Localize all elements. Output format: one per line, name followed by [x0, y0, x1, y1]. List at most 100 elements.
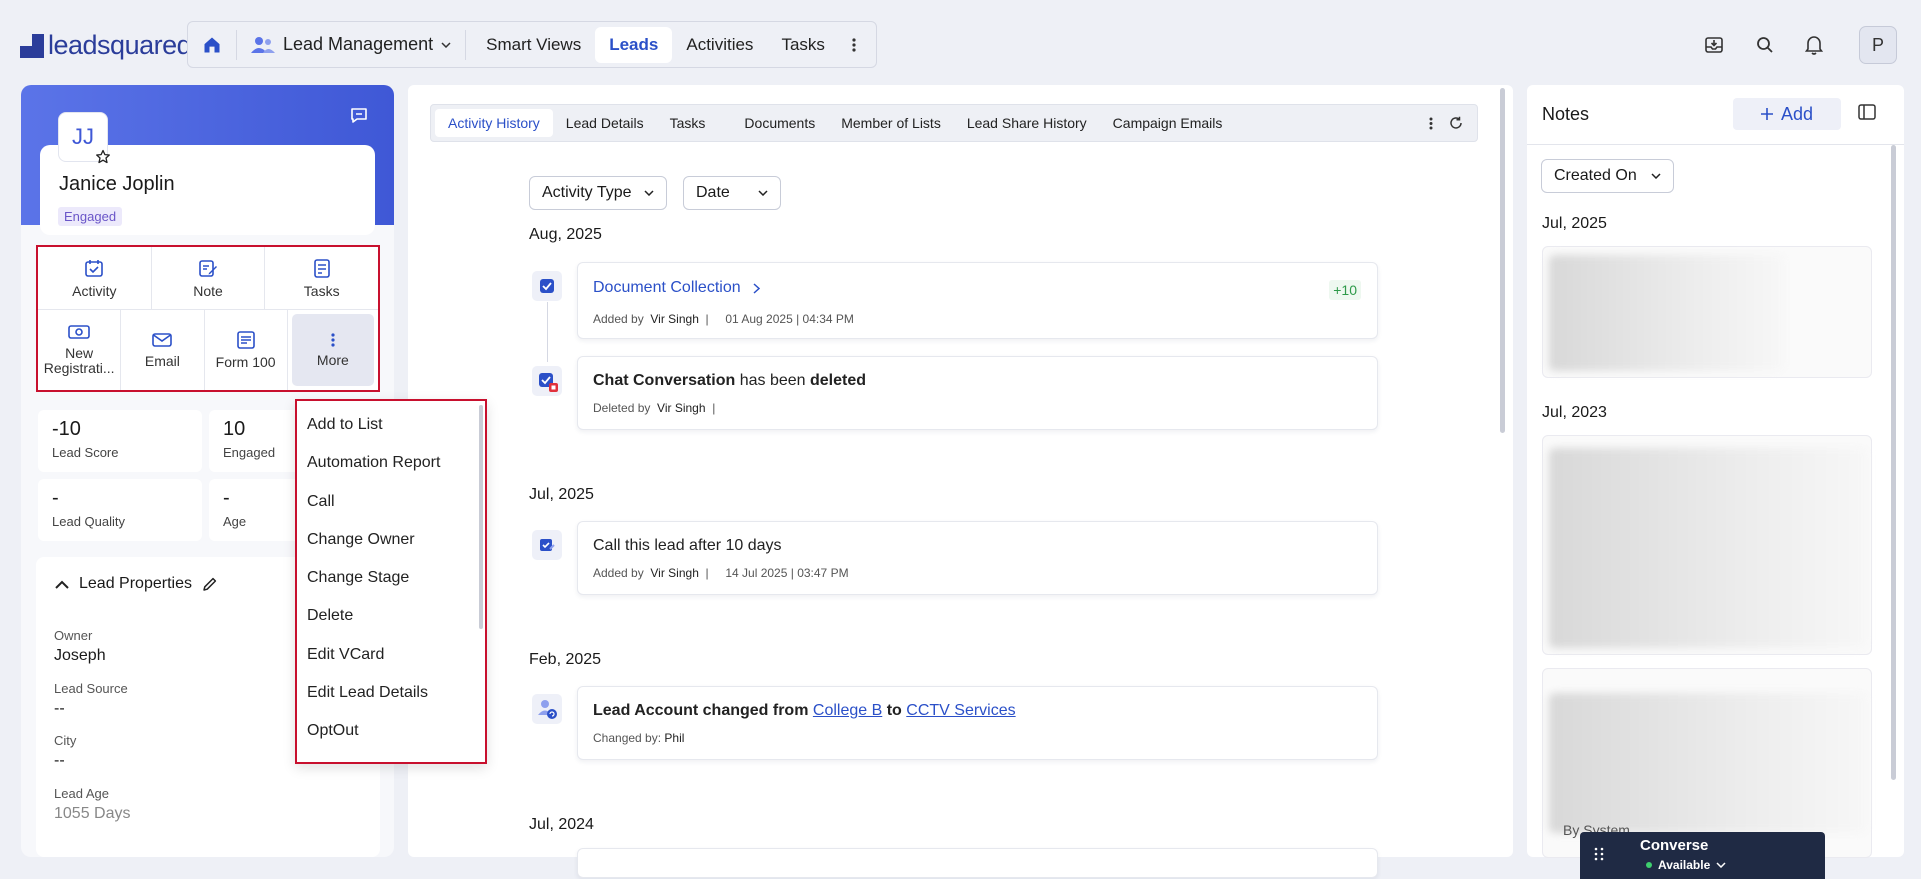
bell-icon[interactable] — [1796, 27, 1832, 63]
activity-card-account-change[interactable]: Lead Account changed from College B to C… — [577, 686, 1378, 760]
activity-title: Lead Account changed from College B to C… — [593, 702, 1016, 719]
activity-card-chat-conversation[interactable]: Chat Conversation has been deleted Delet… — [577, 356, 1378, 430]
main-nav: Lead Management Smart Views Leads Activi… — [187, 21, 877, 68]
month-header: Feb, 2025 — [529, 651, 602, 668]
date-filter[interactable]: Date — [683, 176, 781, 210]
notes-scrollbar[interactable] — [1891, 145, 1896, 780]
note-card[interactable] — [1542, 435, 1872, 655]
panel-toggle-icon[interactable] — [1858, 104, 1876, 120]
user-avatar[interactable]: P — [1859, 26, 1897, 64]
add-note-button[interactable]: Add — [1733, 98, 1841, 130]
property-city: City -- — [54, 733, 77, 769]
activity-button[interactable]: Activity — [38, 247, 152, 309]
new-registration-button[interactable]: New Registrati... — [38, 310, 122, 390]
drag-handle-icon[interactable] — [1594, 847, 1604, 861]
tab-lead-share-history[interactable]: Lead Share History — [954, 109, 1100, 137]
menu-item-automation-report[interactable]: Automation Report — [297, 447, 485, 485]
tab-tasks-detail[interactable]: Tasks — [657, 109, 732, 137]
tab-tasks[interactable]: Tasks — [767, 27, 838, 63]
menu-item-add-to-list[interactable]: Add to List — [297, 409, 485, 447]
notes-title: Notes — [1542, 104, 1590, 124]
tasks-button[interactable]: Tasks — [265, 247, 378, 309]
tab-activities[interactable]: Activities — [672, 27, 767, 63]
menu-item-call[interactable]: Call — [297, 486, 485, 524]
chevron-down-icon — [1651, 173, 1661, 179]
activity-card-document-collection[interactable]: Document Collection +10 Added by Vir Sin… — [577, 262, 1378, 339]
more-tabs-icon[interactable] — [839, 37, 869, 52]
score-badge: +10 — [1329, 280, 1361, 300]
module-switcher[interactable]: Lead Management — [243, 34, 459, 55]
refresh-icon[interactable] — [1449, 116, 1463, 130]
property-lead-age: Lead Age 1055 Days — [54, 786, 131, 822]
inbox-download-icon[interactable] — [1696, 27, 1732, 63]
converse-title: Converse — [1640, 837, 1709, 854]
chat-icon[interactable] — [349, 105, 369, 125]
activity-type-filter[interactable]: Activity Type — [529, 176, 667, 210]
converse-widget[interactable]: Converse Available — [1580, 832, 1825, 879]
to-account-link[interactable]: CCTV Services — [906, 702, 1015, 719]
pencil-icon[interactable] — [202, 576, 218, 592]
menu-item-edit-vcard[interactable]: Edit VCard — [297, 639, 485, 677]
activity-card-call-task[interactable]: Call this lead after 10 days Added by Vi… — [577, 521, 1378, 595]
nav-divider — [465, 29, 467, 60]
chevron-right-icon[interactable] — [753, 282, 760, 294]
form-icon — [236, 330, 255, 349]
property-lead-source: Lead Source -- — [54, 681, 128, 717]
notes-month-header: Jul, 2023 — [1542, 404, 1607, 421]
plus-icon — [1760, 108, 1773, 120]
chat-deleted-icon — [532, 366, 562, 396]
star-icon[interactable] — [95, 149, 111, 165]
lead-properties-header[interactable]: Lead Properties — [55, 575, 218, 593]
lead-stage-badge: Engaged — [58, 207, 123, 226]
tab-smart-views[interactable]: Smart Views — [472, 27, 595, 63]
nav-divider — [236, 29, 237, 60]
notes-month-header: Jul, 2025 — [1542, 215, 1607, 232]
kebab-icon[interactable] — [1429, 117, 1433, 130]
menu-item-optout[interactable]: OptOut — [297, 715, 485, 753]
converse-status[interactable]: Available — [1646, 858, 1726, 872]
tab-activity-history[interactable]: Activity History — [435, 109, 553, 137]
menu-item-edit-lead-details[interactable]: Edit Lead Details — [297, 677, 485, 715]
activity-scrollbar[interactable] — [1500, 88, 1505, 433]
blurred-note-content — [1549, 448, 1867, 648]
account-change-icon — [532, 694, 562, 724]
more-button[interactable]: More — [291, 314, 374, 386]
logo[interactable]: leadsquared — [20, 30, 192, 61]
email-button[interactable]: Email — [121, 310, 205, 390]
search-icon[interactable] — [1747, 27, 1783, 63]
note-button[interactable]: Note — [152, 247, 266, 309]
activity-meta: Deleted by Vir Singh | — [593, 401, 716, 415]
logo-mark-icon — [20, 33, 44, 58]
document-activity-icon — [532, 271, 562, 301]
status-dot-icon — [1646, 862, 1652, 868]
tab-documents[interactable]: Documents — [731, 109, 828, 137]
blurred-note-content — [1549, 693, 1867, 833]
quick-actions: Activity Note Tasks New Registrati... Em… — [36, 245, 380, 392]
notes-sort-dropdown[interactable]: Created On — [1541, 159, 1674, 193]
menu-item-delete[interactable]: Delete — [297, 600, 485, 638]
tab-leads[interactable]: Leads — [595, 26, 673, 63]
activity-meta: Added by Vir Singh | 01 Aug 2025 | 04:34… — [593, 312, 854, 326]
tab-campaign-emails[interactable]: Campaign Emails — [1100, 109, 1236, 137]
menu-item-change-stage[interactable]: Change Stage — [297, 562, 485, 600]
home-icon[interactable] — [194, 27, 230, 63]
activity-title[interactable]: Document Collection — [593, 279, 741, 297]
calendar-check-icon — [84, 258, 104, 278]
property-owner: Owner Joseph — [54, 628, 106, 664]
task-activity-icon — [532, 530, 562, 560]
activity-card-partial[interactable] — [577, 848, 1378, 878]
tab-member-of-lists[interactable]: Member of Lists — [828, 109, 954, 137]
note-card[interactable]: By System — [1542, 668, 1872, 858]
task-list-icon — [313, 258, 331, 278]
menu-item-change-owner[interactable]: Change Owner — [297, 524, 485, 562]
module-label: Lead Management — [283, 34, 434, 54]
month-header: Aug, 2025 — [529, 226, 602, 243]
from-account-link[interactable]: College B — [813, 702, 882, 719]
activity-meta: Added by Vir Singh | 14 Jul 2025 | 03:47… — [593, 566, 849, 580]
note-card[interactable] — [1542, 246, 1872, 378]
tab-lead-details[interactable]: Lead Details — [553, 109, 657, 137]
more-actions-menu: Add to List Automation Report Call Chang… — [295, 399, 487, 764]
lead-detail-tabs: Activity History Lead Details Tasks Docu… — [430, 104, 1478, 142]
menu-scrollbar[interactable] — [479, 405, 483, 629]
form-100-button[interactable]: Form 100 — [205, 310, 288, 390]
